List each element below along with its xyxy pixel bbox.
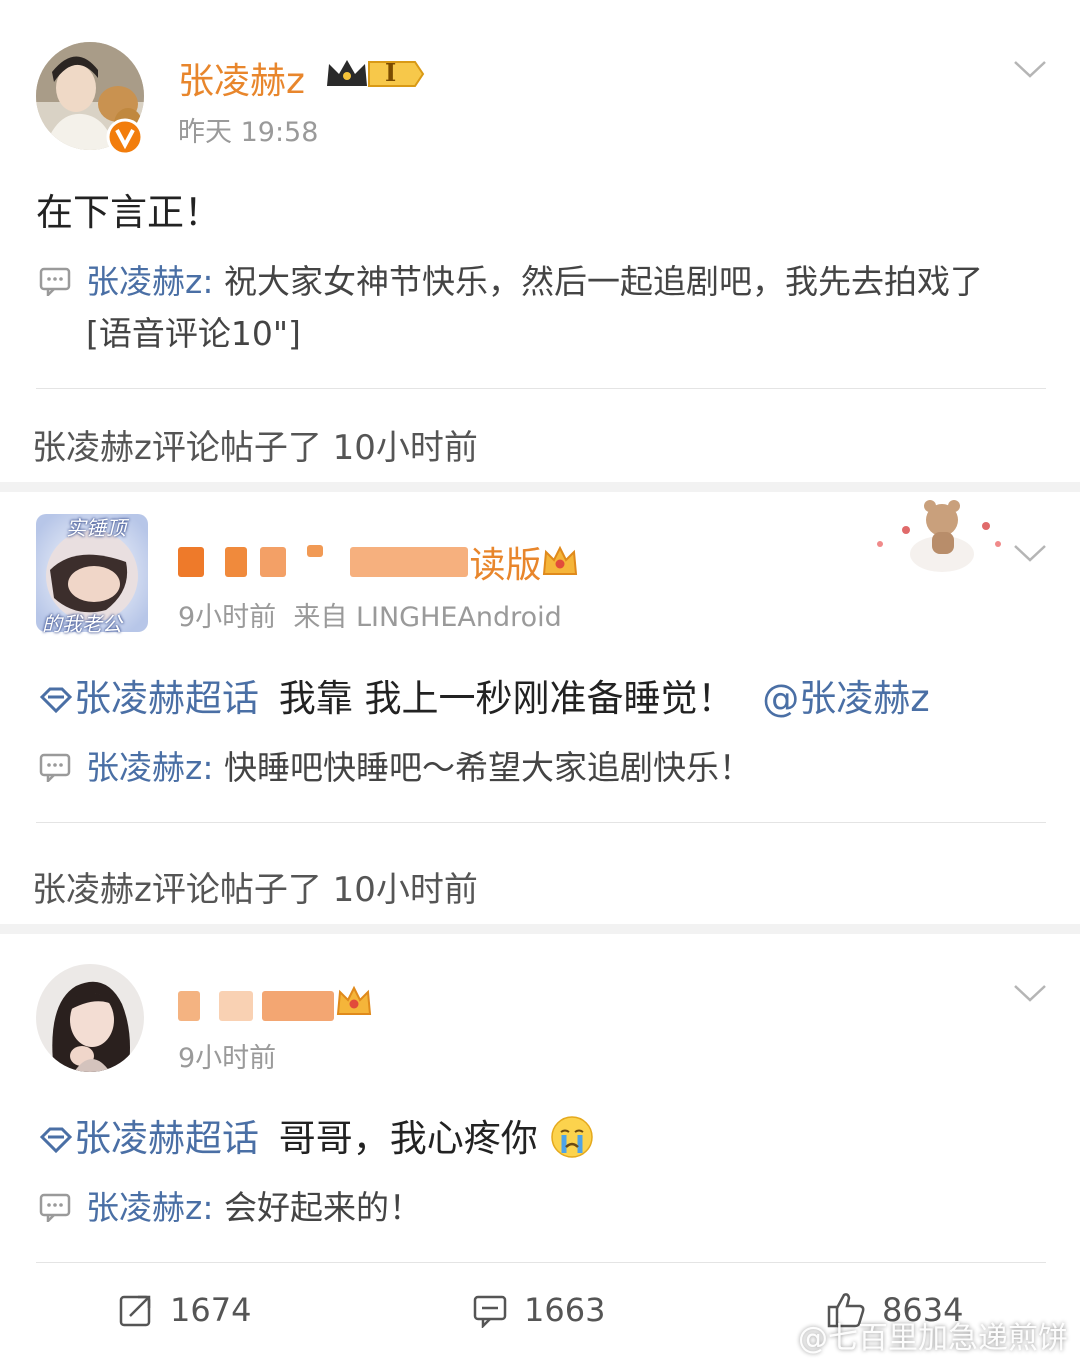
repost-count: 1674 <box>170 1291 252 1329</box>
super-topic-icon <box>39 687 73 714</box>
activity-line: 张凌赫z评论帖子了 10小时前 <box>32 428 478 468</box>
super-topic-link[interactable]: 张凌赫超话 <box>74 1117 259 1160</box>
chevron-down-icon[interactable] <box>1012 982 1048 1006</box>
post-body: 我靠 我上一秒刚准备睡觉！ <box>278 677 735 720</box>
avatar-photo <box>36 964 144 1072</box>
activity-line: 张凌赫z评论帖子了 10小时前 <box>32 870 478 910</box>
crown-badge-icon <box>542 545 578 575</box>
redacted-block <box>225 547 248 577</box>
repost-button[interactable]: 1674 <box>118 1290 251 1330</box>
membership-badge[interactable]: I <box>325 56 425 92</box>
post-card-2: 实锤顶 的我老公 读版 9小时前 来自 LINGHEAndroid 张凌赫超话 … <box>0 492 1080 824</box>
crown-badge-icon <box>336 985 372 1015</box>
weibo-watermark: @七百里加急递煎饼 <box>764 1313 1068 1357</box>
repost-icon <box>119 1295 151 1327</box>
redacted-block <box>219 990 254 1021</box>
chevron-down-icon[interactable] <box>1012 58 1048 82</box>
post-text: 张凌赫超话 哥哥，我心疼你 <box>38 1108 594 1162</box>
comment-icon <box>39 1193 71 1222</box>
separator <box>0 924 1080 934</box>
post-text: 张凌赫超话 我靠 我上一秒刚准备睡觉！ @张凌赫z <box>38 668 930 722</box>
divider <box>36 388 1046 389</box>
super-topic-link[interactable]: 张凌赫超话 <box>74 677 259 720</box>
voice-comment-tag[interactable]: [语音评论10"] <box>86 314 301 353</box>
reply-comment[interactable]: 张凌赫z: 会好起来的！ <box>38 1182 1048 1234</box>
verified-badge-icon <box>106 118 144 156</box>
reply-author[interactable]: 张凌赫z: <box>86 1188 213 1227</box>
redacted-block <box>350 547 469 577</box>
post-time: 9小时前 <box>178 1043 277 1074</box>
reply-comment[interactable]: 张凌赫z: 祝大家女神节快乐，然后一起追剧吧，我先去拍戏了 [语音评论10"] <box>38 256 1048 360</box>
post-card-1: 张凌赫z I 昨天 19:58 在下言正！ 张凌赫z: 祝大家女神节快乐，然后一… <box>0 0 1080 390</box>
post-time-text: 9小时前 <box>178 602 277 633</box>
post-time: 9小时前 来自 LINGHEAndroid <box>178 595 562 634</box>
super-topic-icon <box>39 1127 73 1154</box>
post-body: 哥哥，我心疼你 <box>278 1117 538 1160</box>
comment-count: 1663 <box>524 1291 606 1329</box>
divider <box>36 1262 1046 1263</box>
post-source: 来自 LINGHEAndroid <box>293 602 562 633</box>
avatar[interactable] <box>36 964 144 1072</box>
post-text: 在下言正！ <box>36 191 221 234</box>
comment-button[interactable]: 1663 <box>472 1290 605 1330</box>
comment-icon <box>39 267 71 296</box>
separator <box>0 482 1080 492</box>
watermark-text: @七百里加急递煎饼 <box>798 1321 1068 1356</box>
username[interactable]: 张凌赫z <box>178 52 305 104</box>
redacted-block <box>178 547 204 577</box>
reply-author[interactable]: 张凌赫z: <box>86 262 213 301</box>
redacted-block <box>178 990 200 1021</box>
teddy-bear-decoration-icon <box>877 500 1001 572</box>
badge-level: I <box>385 58 397 87</box>
redacted-block <box>260 547 287 577</box>
reply-text: 祝大家女神节快乐，然后一起追剧吧，我先去拍戏了 <box>223 262 983 301</box>
post-time: 昨天 19:58 <box>178 117 319 148</box>
username-redacted[interactable] <box>178 978 335 1021</box>
redacted-block <box>262 990 335 1021</box>
avatar-caption-top: 实锤顶 <box>66 516 126 540</box>
weibo-logo-icon <box>765 1327 795 1351</box>
crown-icon <box>327 60 425 87</box>
crying-emoji-icon <box>550 1116 593 1158</box>
username-redacted[interactable]: 读版 <box>178 536 541 586</box>
avatar[interactable]: 实锤顶 的我老公 <box>36 514 148 636</box>
mention-link[interactable]: @张凌赫z <box>762 677 929 720</box>
reply-comment[interactable]: 张凌赫z: 快睡吧快睡吧～希望大家追剧快乐！ <box>38 742 1048 794</box>
comment-icon <box>473 1295 507 1328</box>
divider <box>36 822 1046 823</box>
comment-icon <box>39 753 71 782</box>
chevron-down-icon[interactable] <box>1012 542 1048 566</box>
username-visible: 读版 <box>469 545 542 586</box>
redacted-block <box>307 544 324 557</box>
reply-text: 会好起来的！ <box>223 1188 422 1227</box>
reply-text: 快睡吧快睡吧～希望大家追剧快乐！ <box>223 748 752 787</box>
reply-author[interactable]: 张凌赫z: <box>86 748 213 787</box>
avatar-caption-bottom: 的我老公 <box>42 612 122 636</box>
